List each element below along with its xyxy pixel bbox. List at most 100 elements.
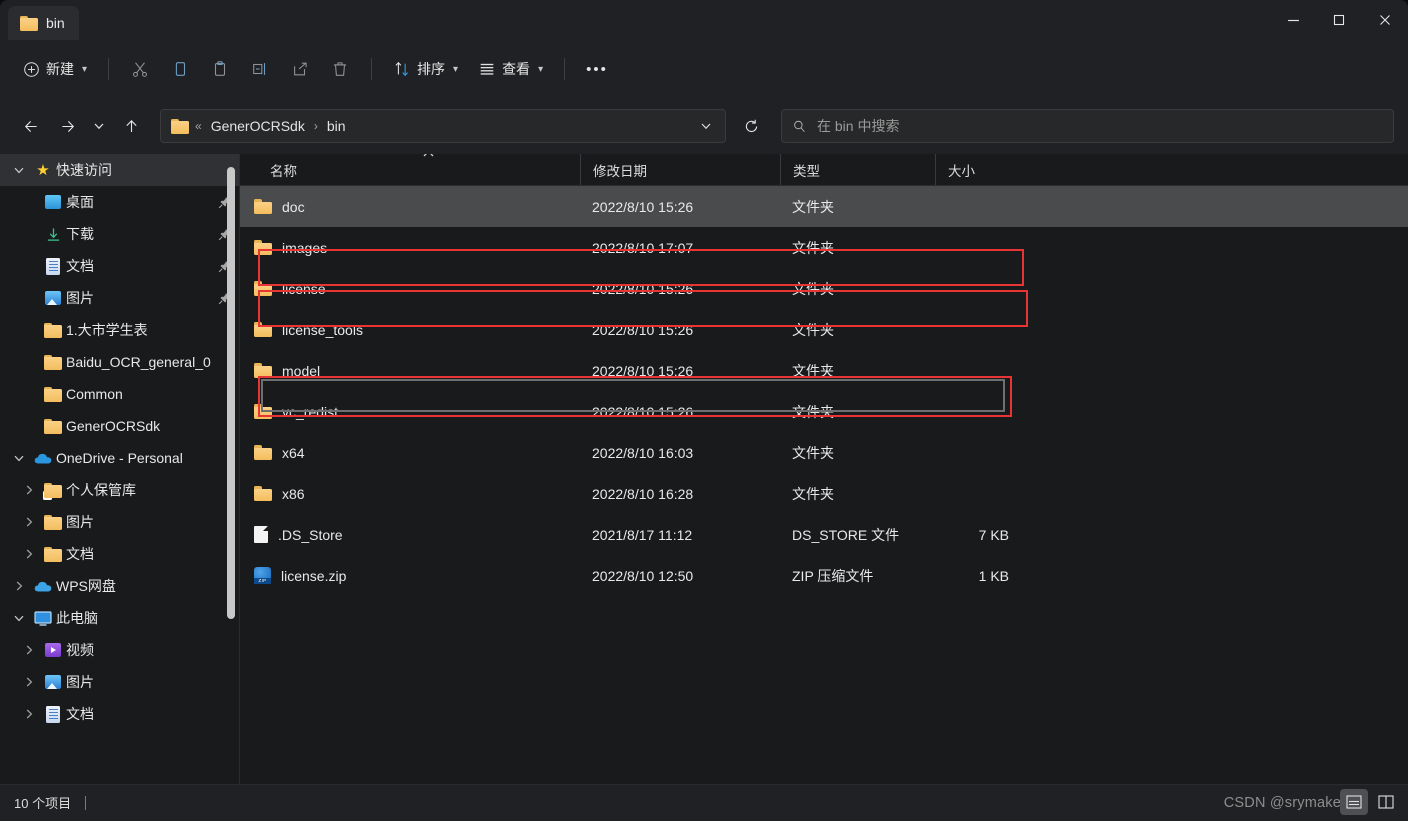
table-row[interactable]: images 2022/8/10 17:07 文件夹 [240, 227, 1408, 268]
sidebar-item-icon [30, 610, 56, 626]
search-box[interactable] [781, 109, 1394, 143]
sort-button[interactable]: 排序 ▾ [384, 52, 467, 86]
file-name-label: doc [282, 198, 305, 215]
forward-button[interactable] [50, 109, 84, 143]
rename-icon [253, 63, 266, 75]
chevron-down-icon[interactable] [8, 612, 30, 624]
table-row[interactable]: x64 2022/8/10 16:03 文件夹 [240, 432, 1408, 473]
minimize-icon [1287, 19, 1299, 21]
sidebar-item-6[interactable]: Baidu_OCR_general_0 [0, 346, 239, 378]
table-row[interactable]: .DS_Store 2021/8/17 11:12 DS_STORE 文件 7 KB [240, 514, 1408, 555]
more-options-button[interactable]: ••• [577, 52, 617, 86]
list-view-icon [1346, 795, 1362, 809]
breadcrumb-item-1[interactable]: bin [323, 116, 350, 136]
folder-icon [254, 363, 272, 378]
up-button[interactable] [114, 109, 148, 143]
sidebar-item-label: 文档 [66, 706, 94, 722]
table-row[interactable]: license_tools 2022/8/10 15:26 文件夹 [240, 309, 1408, 350]
maximize-icon [1333, 14, 1345, 26]
sidebar-item-12[interactable]: 文档 [0, 538, 239, 570]
address-bar[interactable]: « GenerOCRSdk › bin [160, 109, 726, 143]
breadcrumb-overflow[interactable]: « [195, 119, 202, 133]
sidebar-item-1[interactable]: 桌面 [0, 186, 239, 218]
sidebar-item-icon [40, 643, 66, 657]
sidebar-item-0[interactable]: ★ 快速访问 [0, 154, 239, 186]
column-header-name[interactable]: 名称 [240, 154, 580, 185]
sidebar-item-15[interactable]: 视频 [0, 634, 239, 666]
table-row[interactable]: vc_redist 2022/8/10 15:26 文件夹 [240, 391, 1408, 432]
arrow-right-icon [61, 120, 74, 132]
search-input[interactable] [817, 118, 1383, 134]
sidebar-item-icon [40, 546, 66, 562]
chevron-right-icon[interactable] [18, 708, 40, 720]
rename-button[interactable] [241, 52, 279, 86]
sidebar-item-13[interactable]: WPS网盘 [0, 570, 239, 602]
share-button[interactable] [281, 52, 319, 86]
table-row[interactable]: license.zip 2022/8/10 12:50 ZIP 压缩文件 1 KB [240, 555, 1408, 596]
file-name-label: x86 [282, 485, 305, 502]
table-row[interactable]: doc 2022/8/10 15:26 文件夹 [240, 186, 1408, 227]
view-mode-list-button[interactable] [1340, 789, 1368, 815]
back-button[interactable] [14, 109, 48, 143]
tab-bin[interactable]: bin [8, 6, 79, 40]
chevron-right-icon[interactable] [18, 644, 40, 656]
address-bar-row: « GenerOCRSdk › bin [0, 98, 1408, 154]
chevron-down-icon[interactable] [8, 452, 30, 464]
file-explorer-window: bin 新建 ▾ 排序 ▾ 查看 ▾ ••• « GenerOCRSdk › b… [0, 0, 1408, 821]
column-header-date[interactable]: 修改日期 [580, 154, 780, 185]
table-row[interactable]: model 2022/8/10 15:26 文件夹 [240, 350, 1408, 391]
sidebar-item-17[interactable]: 文档 [0, 698, 239, 730]
sidebar-item-14[interactable]: 此电脑 [0, 602, 239, 634]
sidebar-item-16[interactable]: 图片 [0, 666, 239, 698]
chevron-right-icon[interactable] [18, 676, 40, 688]
close-button[interactable] [1362, 0, 1408, 40]
table-row[interactable]: license 2022/8/10 15:26 文件夹 [240, 268, 1408, 309]
view-mode-details-button[interactable] [1372, 789, 1400, 815]
close-icon [1380, 15, 1390, 25]
chevron-right-icon[interactable] [18, 516, 40, 528]
sidebar-item-11[interactable]: 图片 [0, 506, 239, 538]
sidebar-item-10[interactable]: ↗ 个人保管库 [0, 474, 239, 506]
sidebar-item-label: Common [66, 386, 123, 402]
view-list-icon [480, 63, 494, 75]
pictures-icon [45, 291, 61, 305]
breadcrumb-item-0[interactable]: GenerOCRSdk [207, 116, 309, 136]
this-pc-icon [34, 610, 52, 626]
folder-icon [171, 118, 189, 134]
refresh-button[interactable] [734, 109, 768, 143]
sidebar-item-7[interactable]: Common [0, 378, 239, 410]
view-button[interactable]: 查看 ▾ [469, 52, 552, 86]
sidebar-item-8[interactable]: GenerOCRSdk [0, 410, 239, 442]
paste-button[interactable] [201, 52, 239, 86]
sidebar-item-9[interactable]: OneDrive - Personal [0, 442, 239, 474]
chevron-right-icon[interactable] [18, 484, 40, 496]
delete-button[interactable] [321, 52, 359, 86]
cut-button[interactable] [121, 52, 159, 86]
address-dropdown-button[interactable] [693, 113, 719, 139]
sidebar-item-5[interactable]: 1.大市学生表 [0, 314, 239, 346]
sidebar-item-label: 文档 [66, 546, 94, 562]
sidebar-item-2[interactable]: 下载 [0, 218, 239, 250]
column-header-type[interactable]: 类型 [780, 154, 935, 185]
maximize-button[interactable] [1316, 0, 1362, 40]
scissors-icon [133, 62, 148, 77]
column-header-size[interactable]: 大小 [935, 154, 1035, 185]
cell-date-label: 2022/8/10 15:26 [592, 198, 694, 215]
sidebar-item-3[interactable]: 文档 [0, 250, 239, 282]
copy-button[interactable] [161, 52, 199, 86]
minimize-button[interactable] [1270, 0, 1316, 40]
chevron-down-icon[interactable] [8, 164, 30, 176]
recent-locations-button[interactable] [86, 109, 112, 143]
chevron-right-icon[interactable] [18, 548, 40, 560]
cell-date-label: 2022/8/10 16:28 [592, 485, 694, 502]
folder-icon [20, 15, 38, 31]
file-name-label: license_tools [282, 321, 363, 338]
folder-icon [254, 445, 272, 460]
sidebar-item-4[interactable]: 图片 [0, 282, 239, 314]
table-row[interactable]: x86 2022/8/10 16:28 文件夹 [240, 473, 1408, 514]
file-name-label: .DS_Store [278, 526, 343, 543]
cell-date-label: 2021/8/17 11:12 [592, 526, 693, 543]
chevron-right-icon[interactable] [8, 580, 30, 592]
sidebar-scrollbar-thumb[interactable] [227, 167, 235, 619]
new-button[interactable]: 新建 ▾ [14, 52, 96, 86]
